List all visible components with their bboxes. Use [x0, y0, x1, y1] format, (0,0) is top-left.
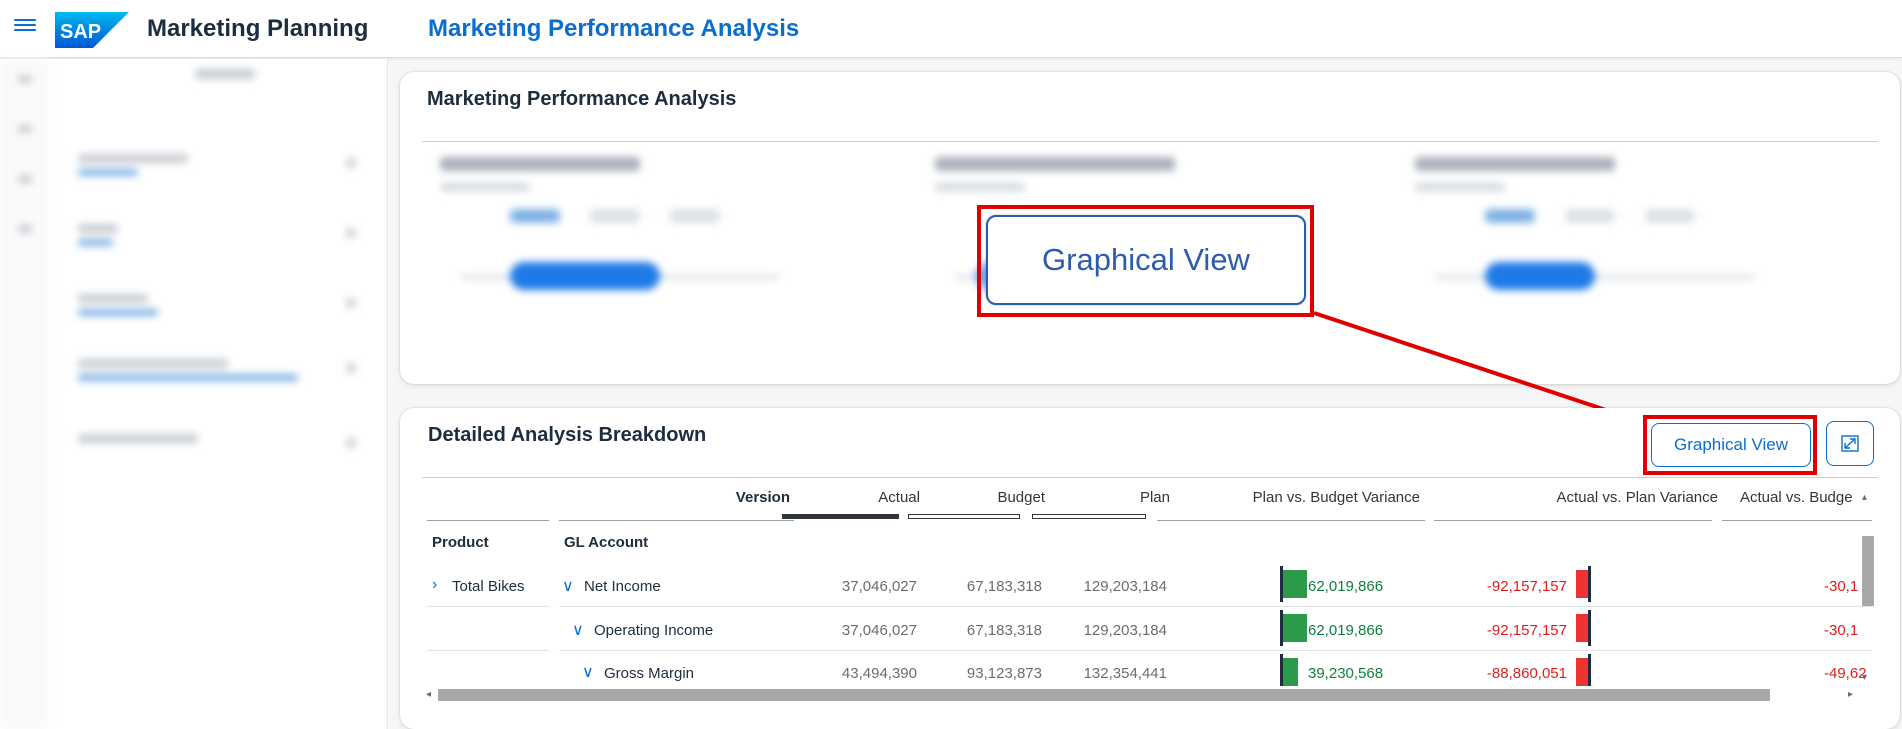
variance-bar [1283, 570, 1307, 598]
variance-axis [1588, 654, 1591, 686]
chevron-down-icon[interactable]: ∨ [582, 662, 594, 682]
scroll-up-arrow[interactable]: ▴ [1862, 492, 1867, 503]
budget-cell: 67,183,318 [966, 578, 1042, 595]
sap-logo[interactable]: SAP [55, 12, 129, 48]
gl-account-header: GL Account [564, 534, 649, 551]
actual-vs-budget-cell: -30,1 [1824, 578, 1859, 595]
version-header: Version [735, 489, 790, 506]
gl-account-cell: Operating Income [594, 622, 714, 639]
shell-bar: SAP Marketing Planning Marketing Perform… [0, 0, 1902, 58]
column-header[interactable]: Actual vs. Plan Variance [1434, 489, 1718, 506]
fullscreen-button[interactable] [1826, 421, 1874, 466]
actual-vs-budget-cell: -49,62 [1824, 665, 1867, 682]
plan-cell: 129,203,184 [1083, 578, 1167, 595]
actual-cell: 43,494,390 [841, 665, 917, 682]
actual-cell: 37,046,027 [841, 622, 917, 639]
column-header[interactable]: Budget [908, 489, 1045, 506]
svg-text:SAP: SAP [60, 21, 101, 43]
plan-vs-budget-cell: 39,230,568 [1308, 665, 1384, 682]
budget-cell: 67,183,318 [966, 622, 1042, 639]
column-header[interactable]: Plan vs. Budget Variance [1154, 489, 1420, 506]
actual-vs-plan-cell: -92,157,157 [1486, 622, 1567, 639]
side-panel [0, 59, 388, 729]
budget-cell: 93,123,873 [966, 665, 1042, 682]
chevron-right-icon[interactable]: › [432, 576, 437, 594]
scroll-left-arrow[interactable]: ◂ [426, 689, 431, 700]
sidebar-item[interactable] [78, 154, 368, 194]
chevron-down-icon[interactable]: ∨ [562, 576, 574, 596]
variance-bar [1283, 614, 1307, 642]
sidebar-item[interactable] [78, 359, 368, 399]
graphical-view-callout: Graphical View [986, 215, 1306, 305]
horizontal-scrollbar[interactable] [438, 689, 1770, 701]
fullscreen-icon [1841, 435, 1859, 452]
button-highlight: Graphical View [1643, 415, 1817, 475]
card-title: Marketing Performance Analysis [427, 88, 737, 110]
plan-cell: 132,354,441 [1083, 665, 1167, 682]
actual-vs-plan-cell: -88,860,051 [1486, 665, 1567, 682]
actual-vs-plan-cell: -92,157,157 [1486, 578, 1567, 595]
variance-bar [1576, 614, 1588, 642]
side-rail [0, 59, 48, 729]
variance-bar [1576, 570, 1588, 598]
plan-vs-budget-cell: 62,019,866 [1308, 622, 1384, 639]
kpi-tile[interactable] [420, 157, 840, 317]
variance-axis [1588, 566, 1591, 602]
scroll-down-arrow[interactable]: ▾ [1862, 672, 1867, 683]
plan-vs-budget-cell: 62,019,866 [1308, 578, 1384, 595]
column-header[interactable]: Plan [1032, 489, 1170, 506]
vertical-scrollbar[interactable] [1862, 536, 1874, 606]
variance-bar [1576, 658, 1588, 686]
app-title: Marketing Planning [147, 15, 369, 42]
sidebar-item[interactable] [78, 434, 368, 474]
product-cell: Total Bikes [452, 578, 525, 595]
chevron-down-icon[interactable]: ∨ [572, 620, 584, 640]
gl-account-cell: Net Income [584, 578, 661, 595]
analysis-table: Version Actual Budget Plan Plan vs. Budg… [424, 478, 1876, 686]
sidebar-item[interactable] [78, 294, 368, 334]
column-header[interactable]: Actual [782, 489, 920, 506]
scroll-right-arrow[interactable]: ▸ [1848, 689, 1853, 700]
card-title: Detailed Analysis Breakdown [428, 424, 707, 446]
sidebar-item[interactable] [78, 224, 368, 264]
kpi-tile[interactable] [1395, 157, 1815, 317]
variance-axis [1588, 610, 1591, 646]
graphical-view-button[interactable]: Graphical View [1651, 423, 1811, 467]
menu-icon[interactable] [14, 16, 36, 38]
variance-bar [1283, 658, 1298, 686]
product-header: Product [432, 534, 489, 551]
plan-cell: 129,203,184 [1083, 622, 1167, 639]
gl-account-cell: Gross Margin [604, 665, 695, 682]
actual-vs-budget-cell: -30,1 [1824, 622, 1859, 639]
callout-highlight: Graphical View [977, 205, 1314, 317]
column-header[interactable]: Actual vs. Budge [1740, 489, 1876, 506]
actual-cell: 37,046,027 [841, 578, 917, 595]
page-title[interactable]: Marketing Performance Analysis [428, 15, 799, 43]
